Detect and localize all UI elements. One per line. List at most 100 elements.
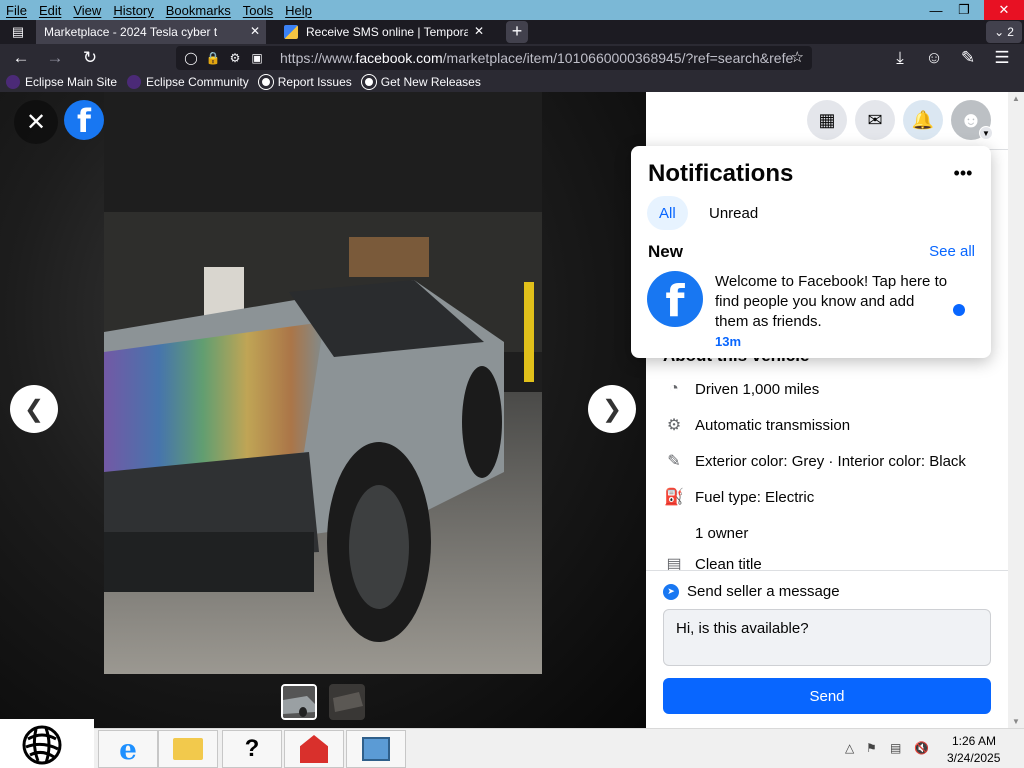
page-scrollbar[interactable]: ▲ ▼ xyxy=(1008,92,1024,728)
notifications-button[interactable]: 🔔 xyxy=(903,100,943,140)
camera-blocked-icon[interactable]: ▣ xyxy=(248,51,266,65)
tab-list-button[interactable]: ⌄ 2 xyxy=(986,21,1022,43)
spec-fuel: ⛽ Fuel type: Electric xyxy=(663,486,814,508)
cybertruck-image xyxy=(104,92,542,674)
forward-icon[interactable]: → xyxy=(44,47,66,69)
red-app-icon xyxy=(300,735,328,763)
github-icon xyxy=(361,75,376,89)
bookmark-report-issues[interactable]: Report Issues xyxy=(258,75,352,89)
taskbar-internet-explorer[interactable]: e xyxy=(98,730,158,768)
spec-mileage: ◔ Driven 1,000 miles xyxy=(663,378,819,400)
menu-history[interactable]: History xyxy=(107,3,159,18)
url-prefix: https://www. xyxy=(280,50,356,66)
spec-owners: 1 owner xyxy=(663,522,748,544)
tab-close-icon[interactable]: ✕ xyxy=(250,24,260,38)
thumbnail-image xyxy=(329,684,365,720)
bookmark-label: Eclipse Main Site xyxy=(25,75,118,89)
start-button[interactable] xyxy=(18,721,66,768)
send-button[interactable]: Send xyxy=(663,678,991,714)
scroll-down-icon[interactable]: ▼ xyxy=(1012,717,1020,726)
next-photo-button[interactable]: ❯ xyxy=(588,385,636,433)
taskbar-control-panel[interactable] xyxy=(346,730,406,768)
taskbar-app-red[interactable] xyxy=(284,730,344,768)
lock-icon[interactable]: 🔒 xyxy=(204,51,222,65)
spec-text: 1 owner xyxy=(695,524,749,542)
bookmark-label: Get New Releases xyxy=(380,75,481,89)
address-bar[interactable]: ◯ 🔒 ⚙ ▣ https://www.facebook.com/marketp… xyxy=(176,46,812,70)
filter-unread[interactable]: Unread xyxy=(697,196,770,230)
folder-icon xyxy=(173,738,203,760)
owner-icon xyxy=(663,522,685,544)
reload-icon[interactable]: ↻ xyxy=(79,47,101,69)
paint-icon: ✎ xyxy=(667,453,681,470)
sms-favicon-icon xyxy=(284,25,298,39)
more-options-icon[interactable]: ••• xyxy=(949,162,977,190)
bell-icon: 🔔 xyxy=(911,109,935,130)
previous-photo-button[interactable]: ❮ xyxy=(10,385,58,433)
taskbar-file-explorer[interactable] xyxy=(158,730,218,768)
bookmark-label: Report Issues xyxy=(277,75,352,89)
bookmark-star-icon[interactable]: ☆ xyxy=(791,48,804,66)
messenger-button[interactable]: ✉ xyxy=(855,100,895,140)
close-icon: ✕ xyxy=(25,108,47,136)
downloads-icon[interactable]: ⤓ xyxy=(889,47,911,69)
url-domain: facebook.com xyxy=(355,50,443,66)
spec-color: ✎ Exterior color: Grey · Interior color:… xyxy=(663,450,966,472)
restore-icon[interactable]: ❐ xyxy=(948,0,980,20)
unread-dot-icon xyxy=(953,304,965,316)
chevron-down-icon[interactable]: ▼ xyxy=(979,126,993,140)
notification-item[interactable]: f Welcome to Facebook! Tap here to find … xyxy=(639,266,983,350)
close-viewer-button[interactable]: ✕ xyxy=(14,100,58,144)
tab-receive-sms[interactable]: Receive SMS online | Temporary ✕ xyxy=(276,20,490,44)
menu-tools[interactable]: Tools xyxy=(237,3,279,18)
facebook-logo-icon[interactable]: f xyxy=(64,100,104,140)
tab-overview-icon[interactable]: ▤ xyxy=(0,20,36,44)
engine-icon: ⚙ xyxy=(666,417,682,434)
spec-text: Driven 1,000 miles xyxy=(695,380,820,398)
photo-thumbnail[interactable] xyxy=(329,684,365,720)
messenger-icon: ➤ xyxy=(663,583,679,600)
chevron-right-icon: ❯ xyxy=(601,395,623,423)
bookmark-get-new-releases[interactable]: Get New Releases xyxy=(361,75,481,89)
menu-button[interactable]: ▦ xyxy=(807,100,847,140)
tab-marketplace[interactable]: Marketplace - 2024 Tesla cyber t ✕ xyxy=(36,20,266,44)
account-icon[interactable]: ☺ xyxy=(923,47,945,69)
github-icon xyxy=(258,75,273,89)
window-menubar: File Edit View History Bookmarks Tools H… xyxy=(0,0,1024,20)
extensions-icon[interactable]: ✎ xyxy=(957,47,979,69)
message-seller-box: ➤ Send seller a message Hi, is this avai… xyxy=(646,570,1008,728)
message-input[interactable]: Hi, is this available? xyxy=(663,609,991,666)
bookmarks-bar: Eclipse Main Site Eclipse Community Repo… xyxy=(0,72,1024,92)
menu-bookmarks[interactable]: Bookmarks xyxy=(160,3,237,18)
bookmark-eclipse-community[interactable]: Eclipse Community xyxy=(127,75,249,89)
url-text[interactable]: https://www.facebook.com/marketplace/ite… xyxy=(280,50,800,66)
tray-chevron-icon[interactable]: △ xyxy=(845,741,854,755)
menu-help[interactable]: Help xyxy=(279,3,318,18)
volume-muted-icon[interactable]: 🔇 xyxy=(914,741,929,755)
menu-edit[interactable]: Edit xyxy=(33,3,67,18)
clock-date[interactable]: 3/24/2025 xyxy=(947,751,1000,765)
listing-photo xyxy=(104,92,542,674)
window-close-icon[interactable]: ✕ xyxy=(984,0,1024,20)
network-icon[interactable]: ▤ xyxy=(890,741,901,755)
notification-time: 13m xyxy=(715,334,742,349)
new-tab-button[interactable]: + xyxy=(506,21,528,43)
photo-viewer: ✕ f ❮ ❯ xyxy=(0,92,646,728)
clock-time[interactable]: 1:26 AM xyxy=(952,734,996,748)
shield-icon[interactable]: ◯ xyxy=(182,51,200,65)
control-panel-icon xyxy=(362,737,390,761)
see-all-link[interactable]: See all xyxy=(929,243,975,260)
filter-all[interactable]: All xyxy=(647,196,688,230)
bookmark-eclipse-main-site[interactable]: Eclipse Main Site xyxy=(6,75,117,89)
permissions-icon[interactable]: ⚙ xyxy=(226,51,244,65)
app-menu-icon[interactable]: ☰ xyxy=(991,47,1013,69)
tab-close-icon[interactable]: ✕ xyxy=(474,24,484,38)
taskbar-help[interactable]: ? xyxy=(222,730,282,768)
menu-file[interactable]: File xyxy=(0,3,33,18)
chevron-left-icon: ❮ xyxy=(23,395,45,423)
menu-view[interactable]: View xyxy=(67,3,107,18)
scroll-up-icon[interactable]: ▲ xyxy=(1012,94,1020,103)
flag-icon[interactable]: ⚑ xyxy=(866,741,877,755)
photo-thumbnail[interactable] xyxy=(281,684,317,720)
back-icon[interactable]: ← xyxy=(10,47,32,69)
